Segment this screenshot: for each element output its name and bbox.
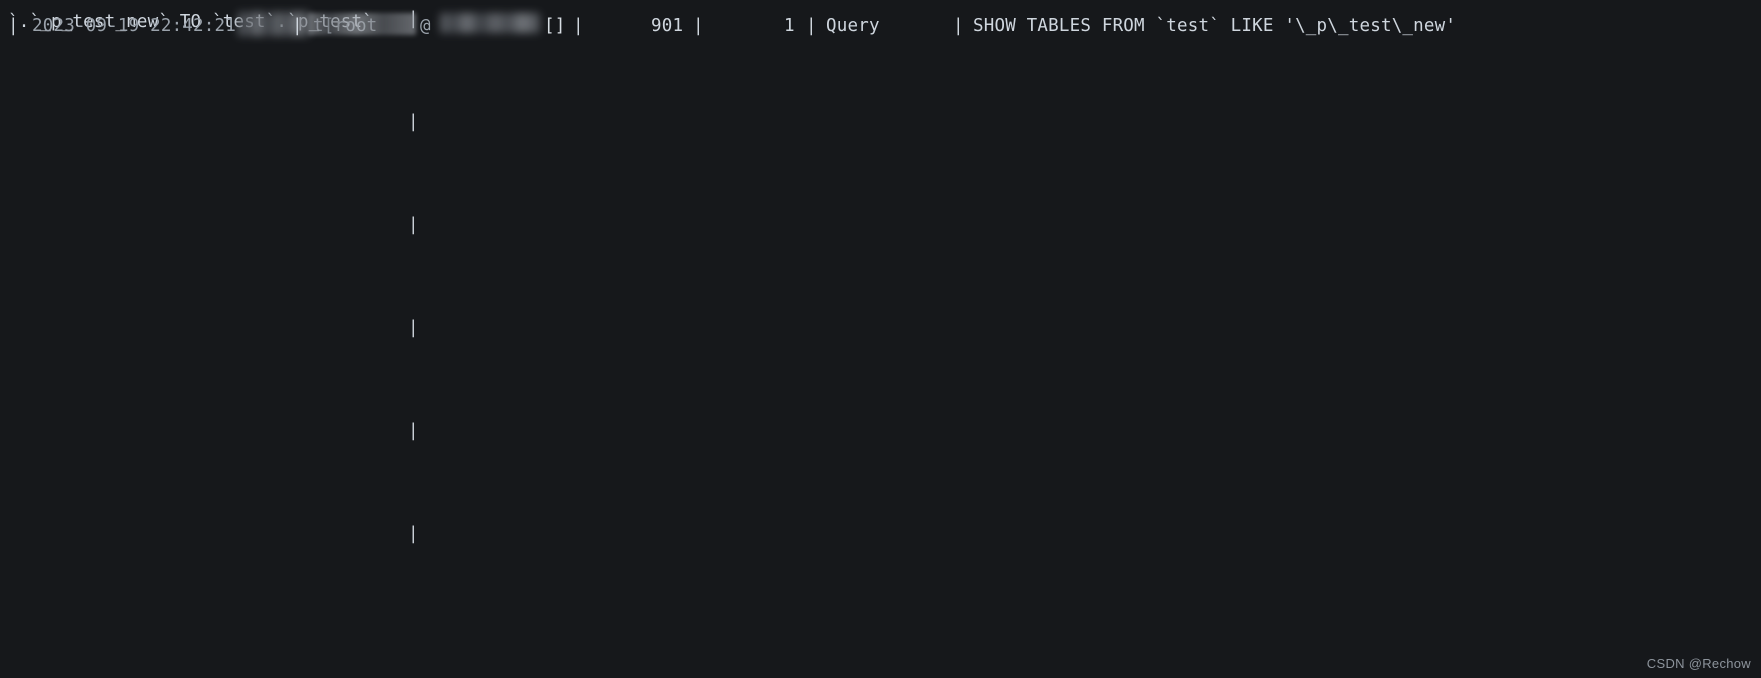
sql-text: SHOW TABLES FROM `test` LIKE '\_p\_test\… <box>973 15 1457 36</box>
count-value: 1 <box>784 15 795 36</box>
column-pipe: | <box>953 15 964 36</box>
args-value: [] <box>544 15 566 36</box>
row-start-pipe: | <box>8 15 19 36</box>
terminal-window[interactable]: | | 19 22:42:21.251879 | root[ @ [] | 90… <box>0 0 1761 678</box>
column-pipe: | <box>693 15 704 36</box>
at-sign: @ <box>420 15 431 36</box>
user-label: t[root <box>313 15 378 36</box>
column-pipe: | <box>806 15 817 36</box>
id-value: 901 <box>651 15 684 36</box>
log-record: | | 2023-09-19 22:42:21 | t[root @ [] | … <box>0 11 1761 631</box>
watermark: CSDN @Rechow <box>1646 655 1751 671</box>
redacted-host-block <box>440 12 540 33</box>
log-record-line: | 2023-09-19 22:42:21 | t[root @ [] | 90… <box>8 11 1761 569</box>
column-pipe: | <box>292 15 303 36</box>
command-value: Query <box>826 15 880 36</box>
column-pipe: | <box>573 15 584 36</box>
timestamp-partial: 2023-09-19 22:42:21 <box>32 15 236 36</box>
